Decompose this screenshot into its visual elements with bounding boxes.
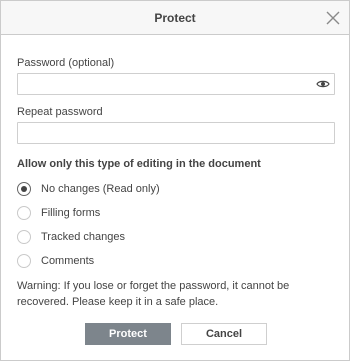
radio-label: Comments (41, 255, 95, 267)
editing-section-title: Allow only this type of editing in the d… (17, 158, 261, 170)
radio-label: Tracked changes (41, 231, 125, 243)
radio-label: Filling forms (41, 207, 101, 219)
password-input[interactable] (17, 73, 335, 95)
dialog-title: Protect (154, 11, 196, 25)
close-icon[interactable] (326, 11, 340, 25)
protect-dialog: Protect Password (optional) Repeat passw… (0, 0, 350, 361)
radio-comments[interactable]: Comments (17, 253, 317, 269)
protect-button[interactable]: Protect (85, 323, 171, 345)
radio-button[interactable] (17, 254, 31, 268)
radio-button-checked[interactable] (17, 182, 31, 196)
radio-button[interactable] (17, 230, 31, 244)
cancel-button[interactable]: Cancel (181, 323, 267, 345)
dialog-titlebar: Protect (1, 1, 349, 35)
radio-filling-forms[interactable]: Filling forms (17, 205, 317, 221)
eye-icon[interactable] (316, 79, 330, 89)
radio-no-changes[interactable]: No changes (Read only) (17, 181, 317, 197)
password-label: Password (optional) (17, 57, 115, 69)
radio-tracked-changes[interactable]: Tracked changes (17, 229, 317, 245)
warning-text: Warning: If you lose or forget the passw… (17, 280, 290, 308)
radio-button[interactable] (17, 206, 31, 220)
radio-label: No changes (Read only) (41, 183, 160, 195)
repeat-password-input[interactable] (17, 122, 335, 144)
repeat-password-label: Repeat password (17, 106, 103, 118)
